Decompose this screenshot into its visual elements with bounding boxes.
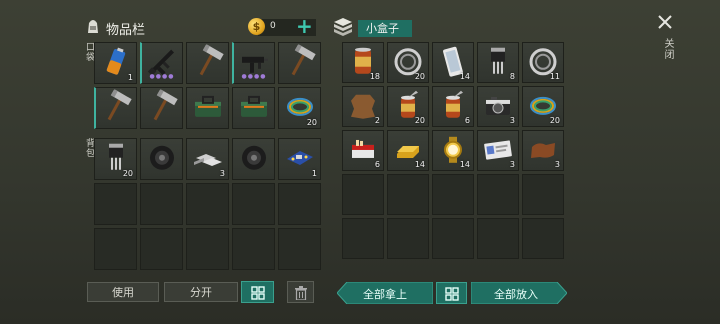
box-slot[interactable] bbox=[477, 174, 519, 215]
item-count: 8 bbox=[509, 72, 515, 81]
box-slot[interactable]: 20 bbox=[387, 42, 429, 83]
box-icon bbox=[332, 16, 354, 38]
box-slot[interactable] bbox=[342, 218, 384, 259]
pocket-slot[interactable] bbox=[94, 87, 137, 129]
box-slot[interactable]: 20 bbox=[387, 86, 429, 127]
box-slot[interactable]: 14 bbox=[387, 130, 429, 171]
item-count: 20 bbox=[122, 169, 133, 178]
backpack-slot[interactable] bbox=[278, 228, 321, 270]
sort-grid-button[interactable] bbox=[241, 281, 274, 303]
trash-button[interactable] bbox=[287, 281, 314, 303]
box-slot[interactable] bbox=[432, 218, 474, 259]
box-slot[interactable] bbox=[522, 218, 564, 259]
item-count: 11 bbox=[549, 72, 560, 81]
box-slot[interactable] bbox=[342, 174, 384, 215]
backpack-slot[interactable]: 3 bbox=[186, 138, 229, 180]
backpack-slot[interactable] bbox=[140, 228, 183, 270]
box-slot[interactable]: 18 bbox=[342, 42, 384, 83]
item-count: 20 bbox=[306, 118, 317, 127]
item-count: 2 bbox=[374, 116, 380, 125]
box-slot[interactable]: 20 bbox=[522, 86, 564, 127]
box-slot[interactable]: 11 bbox=[522, 42, 564, 83]
item-count: 6 bbox=[464, 116, 470, 125]
backpack-slot[interactable] bbox=[232, 138, 275, 180]
item-count: 1 bbox=[127, 73, 133, 82]
inventory-title: 物品栏 bbox=[106, 23, 146, 38]
box-slot[interactable]: 2 bbox=[342, 86, 384, 127]
item-count: 20 bbox=[549, 116, 560, 125]
box-slot[interactable]: 3 bbox=[477, 130, 519, 171]
box-sort-grid-button[interactable] bbox=[436, 282, 467, 304]
item-count: 14 bbox=[414, 160, 425, 169]
item-count: 3 bbox=[554, 160, 560, 169]
pocket-slot[interactable] bbox=[232, 87, 275, 129]
coin-count: 0 bbox=[270, 21, 276, 31]
box-slot[interactable] bbox=[387, 218, 429, 259]
take-all-label: 全部拿上 bbox=[363, 288, 407, 301]
backpack-icon bbox=[84, 17, 102, 35]
item-count: 18 bbox=[369, 72, 380, 81]
grid-icon bbox=[250, 286, 265, 300]
pocket-slot[interactable] bbox=[278, 42, 321, 84]
box-slot[interactable]: 6 bbox=[342, 130, 384, 171]
box-slot[interactable]: 3 bbox=[477, 86, 519, 127]
add-coins-button[interactable]: + bbox=[296, 14, 313, 38]
backpack-slot[interactable]: 1 bbox=[278, 138, 321, 180]
pocket-slot[interactable] bbox=[140, 87, 183, 129]
item-count: 3 bbox=[219, 169, 225, 178]
backpack-slot[interactable] bbox=[232, 183, 275, 225]
item-count: 20 bbox=[414, 72, 425, 81]
close-label[interactable]: 关闭 bbox=[660, 38, 675, 60]
item-count: 1 bbox=[311, 169, 317, 178]
pocket-slot[interactable]: 1 bbox=[94, 42, 137, 84]
box-slot[interactable] bbox=[432, 174, 474, 215]
box-slot[interactable]: 6 bbox=[432, 86, 474, 127]
pocket-slot[interactable] bbox=[186, 87, 229, 129]
trash-icon bbox=[294, 286, 307, 301]
item-count: 6 bbox=[374, 160, 380, 169]
backpack-slot[interactable] bbox=[232, 228, 275, 270]
item-count: 14 bbox=[459, 72, 470, 81]
close-icon[interactable] bbox=[656, 13, 674, 31]
backpack-grid: 20 3 1 bbox=[94, 138, 321, 270]
item-count: 20 bbox=[414, 116, 425, 125]
box-slot[interactable]: 14 bbox=[432, 42, 474, 83]
backpack-slot[interactable] bbox=[140, 183, 183, 225]
box-slot[interactable]: 14 bbox=[432, 130, 474, 171]
quality-dots: ●●●● bbox=[149, 73, 175, 80]
pocket-slot[interactable] bbox=[186, 42, 229, 84]
backpack-slot[interactable] bbox=[140, 138, 183, 180]
backpack-slot[interactable] bbox=[186, 183, 229, 225]
backpack-slot[interactable] bbox=[278, 183, 321, 225]
pocket-slot[interactable]: ●●●● bbox=[232, 42, 275, 84]
box-slot[interactable] bbox=[522, 174, 564, 215]
box-slot[interactable]: 8 bbox=[477, 42, 519, 83]
backpack-slot[interactable] bbox=[186, 228, 229, 270]
item-count: 3 bbox=[509, 160, 515, 169]
box-slot[interactable] bbox=[477, 218, 519, 259]
grid-icon bbox=[444, 287, 459, 301]
pocket-slot[interactable]: ●●●● bbox=[140, 42, 183, 84]
split-button[interactable]: 分开 bbox=[164, 282, 238, 302]
put-all-label: 全部放入 bbox=[494, 288, 538, 301]
use-button[interactable]: 使用 bbox=[87, 282, 159, 302]
item-count: 3 bbox=[509, 116, 515, 125]
backpack-slot[interactable] bbox=[94, 183, 137, 225]
coin-icon: $ bbox=[248, 18, 265, 35]
box-name: 小盒子 bbox=[358, 20, 412, 37]
box-grid: 18 20 14 8 11 2 20 6 3 20 6 14 14 3 3 bbox=[342, 42, 564, 268]
quality-dots: ●●●● bbox=[241, 73, 267, 80]
pocket-grid: 1 ●●●● ●●●● 20 bbox=[94, 42, 321, 129]
backpack-slot[interactable]: 20 bbox=[94, 138, 137, 180]
backpack-slot[interactable] bbox=[94, 228, 137, 270]
box-slot[interactable] bbox=[387, 174, 429, 215]
pocket-slot[interactable]: 20 bbox=[278, 87, 321, 129]
box-slot[interactable]: 3 bbox=[522, 130, 564, 171]
item-count: 14 bbox=[459, 160, 470, 169]
put-all-button[interactable]: 全部放入 bbox=[471, 282, 567, 304]
take-all-button[interactable]: 全部拿上 bbox=[337, 282, 433, 304]
